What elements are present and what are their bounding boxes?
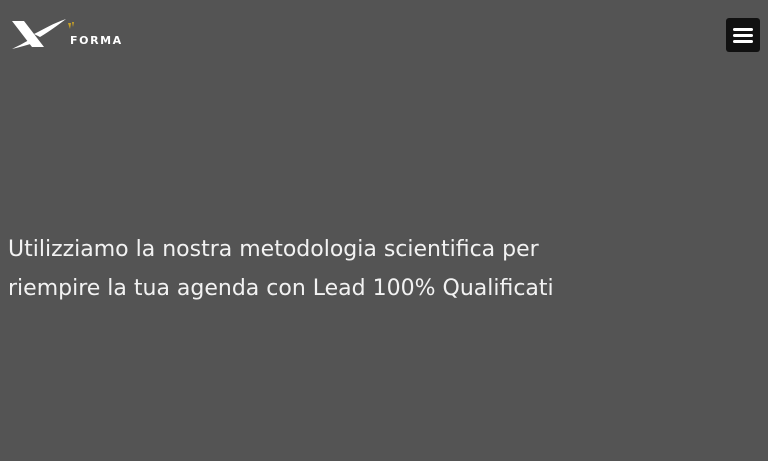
hero-headline-line-1: Utilizziamo la nostra metodologia scient…	[8, 237, 539, 262]
logo-text: FORMA	[70, 34, 123, 47]
hero-headline-line-2: riempire la tua agenda con Lead 100% Qua…	[8, 276, 554, 301]
menu-button[interactable]	[726, 18, 760, 52]
page: FORMA Utilizziamo la nostra metodologia …	[0, 0, 768, 461]
logo[interactable]: FORMA	[10, 17, 130, 53]
hero-headline: Utilizziamo la nostra metodologia scient…	[8, 230, 608, 308]
hamburger-menu-icon	[733, 27, 753, 43]
